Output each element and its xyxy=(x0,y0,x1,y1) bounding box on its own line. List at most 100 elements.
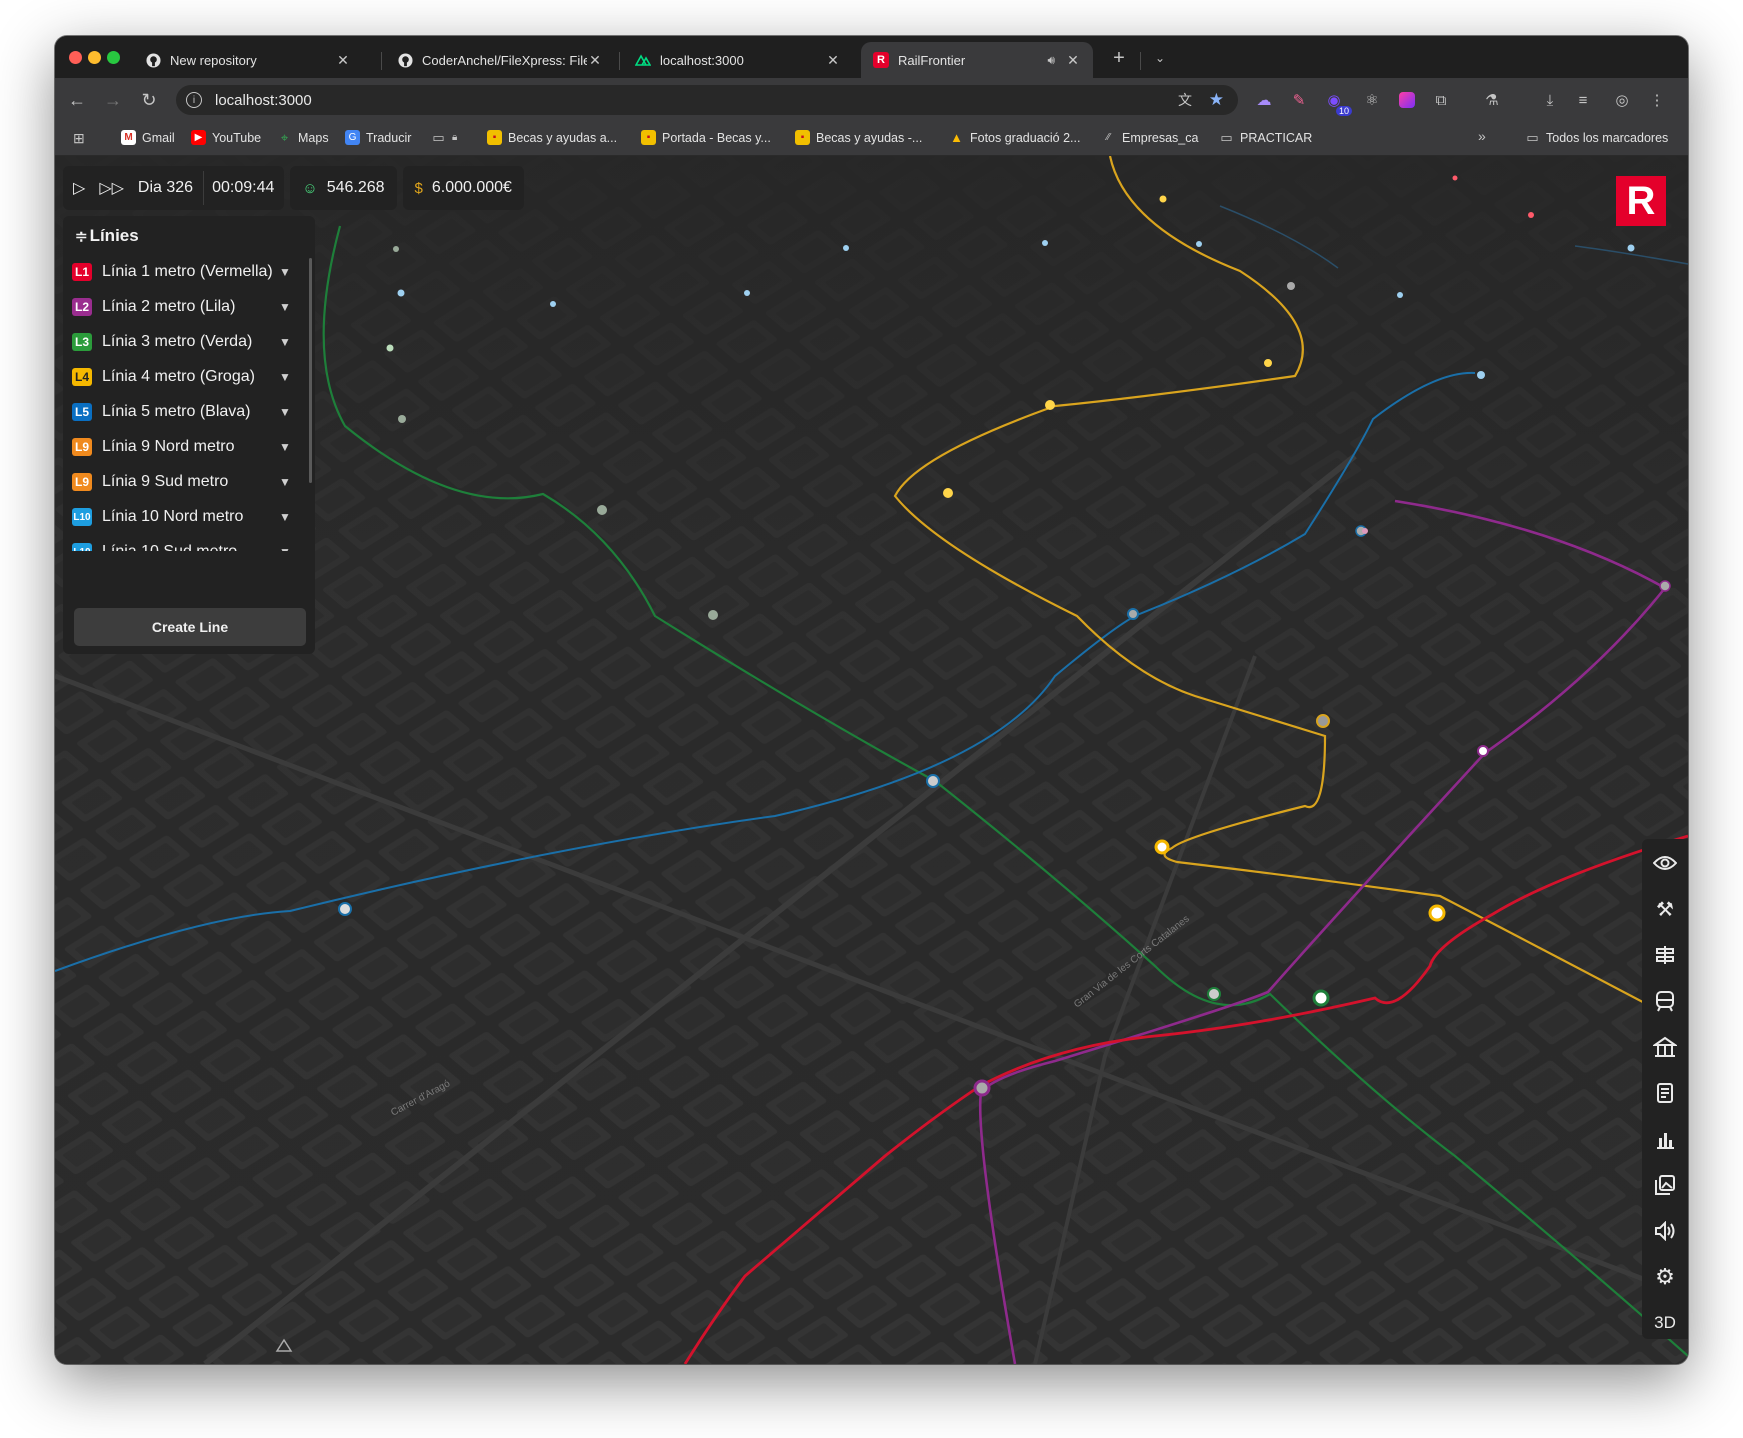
game-viewport[interactable]: Gran Via de les Corts Catalanes Carrer d… xyxy=(55,156,1688,1364)
extension-badge-icon[interactable]: ◉ 10 xyxy=(1322,88,1352,116)
speaker-icon[interactable]: 🔊︎ xyxy=(1047,53,1055,68)
game-clock: 00:09:44 xyxy=(212,179,275,196)
labs-flask-icon[interactable]: ⚗ xyxy=(1480,88,1504,112)
line-badge: L2 xyxy=(72,298,92,316)
chevron-down-icon[interactable]: ▼ xyxy=(278,440,292,454)
lines-scrollbar[interactable] xyxy=(309,258,312,483)
bookmark-youtube[interactable]: ▶ YouTube xyxy=(191,130,261,145)
more-bookmarks-icon[interactable]: » xyxy=(1478,128,1486,144)
volume-icon[interactable] xyxy=(1642,1211,1688,1251)
line-item-l9-sud[interactable]: L9 Línia 9 Sud metro ▼ xyxy=(72,465,292,499)
chevron-down-icon[interactable]: ▼ xyxy=(278,545,292,551)
extension-ghost-icon[interactable]: ☁ xyxy=(1252,88,1276,112)
bookmark-becas-1[interactable]: ▪ Becas y ayudas a... xyxy=(487,130,617,145)
tab-new-repository[interactable]: New repository ✕ xyxy=(133,42,363,78)
maximize-window-button[interactable] xyxy=(107,51,120,64)
reload-button[interactable]: ↻ xyxy=(137,88,161,112)
line-item-l10-sud[interactable]: L10 Línia 10 Sud metro ▼ xyxy=(72,535,292,551)
browser-toolbar: ← → ↻ i localhost:3000 文 ★ ☁ ✎ ◉ 10 ⚛ ⧉ … xyxy=(55,78,1688,122)
settings-icon[interactable]: ⚙ xyxy=(1642,1257,1688,1297)
close-icon[interactable]: ✕ xyxy=(587,52,603,69)
day-counter: Dia 326 xyxy=(137,179,194,196)
address-bar[interactable]: i localhost:3000 文 ★ xyxy=(176,85,1238,115)
back-button[interactable]: ← xyxy=(65,88,89,112)
site-info-icon[interactable]: i xyxy=(186,92,202,108)
line-item-l4[interactable]: L4 Línia 4 metro (Groga) ▼ xyxy=(72,360,292,394)
close-window-button[interactable] xyxy=(69,51,82,64)
spain-flag-icon: ▪ xyxy=(641,130,656,145)
tab-localhost[interactable]: localhost:3000 ✕ xyxy=(623,42,853,78)
bookmark-becas-2[interactable]: ▪ Portada - Becas y... xyxy=(641,130,771,145)
github-icon xyxy=(145,52,161,68)
apps-grid-icon[interactable]: ⊞ xyxy=(73,130,85,147)
extensions-puzzle-icon[interactable]: ⧉ xyxy=(1429,88,1453,112)
line-item-l5[interactable]: L5 Línia 5 metro (Blava) ▼ xyxy=(72,395,292,429)
folder-icon: ▭ xyxy=(432,129,445,145)
chevron-down-icon[interactable]: ▼ xyxy=(278,405,292,419)
new-tab-button[interactable]: + xyxy=(1107,46,1131,70)
extension-badge: 10 xyxy=(1335,106,1352,116)
empresas-icon: ⁄⁄ xyxy=(1106,132,1111,143)
lines-icon[interactable] xyxy=(1642,935,1688,975)
bookmark-maps[interactable]: ⌖ Maps xyxy=(277,130,329,145)
tab-railfrontier[interactable]: R RailFrontier 🔊︎ ✕ xyxy=(861,42,1093,78)
tools-icon[interactable]: ⚒ xyxy=(1642,889,1688,929)
extension-pink-icon[interactable] xyxy=(1395,88,1419,112)
media-control-icon[interactable]: ≡ xyxy=(1571,88,1595,112)
line-badge: L9 xyxy=(72,473,92,491)
gallery-icon[interactable] xyxy=(1642,1165,1688,1205)
spain-flag-icon: ▪ xyxy=(795,130,810,145)
line-item-l2[interactable]: L2 Línia 2 metro (Lila) ▼ xyxy=(72,290,292,324)
close-icon[interactable]: ✕ xyxy=(335,52,351,69)
close-icon[interactable]: ✕ xyxy=(825,52,841,69)
report-icon[interactable] xyxy=(1642,1073,1688,1113)
bookmark-practicar[interactable]: ▭ PRACTICAR xyxy=(1219,130,1312,145)
bar-chart-icon[interactable] xyxy=(1642,1119,1688,1159)
bookmark-folder[interactable]: ▭ 🔒︎ xyxy=(431,130,457,145)
profile-icon[interactable]: ◎ xyxy=(1610,88,1634,112)
bookmark-empresas[interactable]: ⁄⁄ Empresas_ca xyxy=(1101,130,1199,145)
create-line-button[interactable]: Create Line xyxy=(74,608,306,646)
eye-icon[interactable] xyxy=(1642,843,1688,883)
extension-react-icon[interactable]: ⚛ xyxy=(1360,88,1384,112)
menu-dots-icon[interactable]: ⋮ xyxy=(1645,88,1669,112)
download-icon[interactable]: ⤓ xyxy=(1538,88,1562,112)
chevron-down-icon[interactable]: ▼ xyxy=(278,510,292,524)
folder-icon: ▭ xyxy=(1220,129,1233,145)
game-hud: ▷ ▷▷ Dia 326 00:09:44 ☺ 546.268 $ 6.000.… xyxy=(63,166,524,210)
line-item-l10-nord[interactable]: L10 Línia 10 Nord metro ▼ xyxy=(72,500,292,534)
lock-icon: 🔒︎ xyxy=(452,132,458,143)
view-mode-toggle[interactable]: 3D xyxy=(1642,1303,1688,1343)
bookmark-fotos[interactable]: ▲ Fotos graduació 2... xyxy=(949,130,1080,145)
line-item-l1[interactable]: L1 Línia 1 metro (Vermella) ▼ xyxy=(72,255,292,289)
chevron-down-icon[interactable]: ▼ xyxy=(278,335,292,349)
bookmark-star-icon[interactable]: ★ xyxy=(1209,90,1224,110)
bookmark-traducir[interactable]: G Traducir xyxy=(345,130,411,145)
all-bookmarks[interactable]: ▭ Todos los marcadores xyxy=(1525,130,1668,145)
translate-icon[interactable]: 文 xyxy=(1178,90,1192,110)
bookmark-becas-3[interactable]: ▪ Becas y ayudas -... xyxy=(795,130,922,145)
railfrontier-logo: R xyxy=(1616,176,1666,226)
chevron-down-icon[interactable]: ▼ xyxy=(278,300,292,314)
tab-filexpress[interactable]: CoderAnchel/FileXpress: File ✕ xyxy=(385,42,615,78)
close-icon[interactable]: ✕ xyxy=(1065,52,1081,69)
minimize-window-button[interactable] xyxy=(88,51,101,64)
line-item-l3[interactable]: L3 Línia 3 metro (Verda) ▼ xyxy=(72,325,292,359)
time-controls: ▷ ▷▷ Dia 326 00:09:44 xyxy=(63,166,285,210)
line-item-l9-nord[interactable]: L9 Línia 9 Nord metro ▼ xyxy=(72,430,292,464)
fast-forward-icon[interactable]: ▷▷ xyxy=(99,178,124,198)
passengers-counter: ☺ 546.268 xyxy=(290,166,397,210)
extension-pen-icon[interactable]: ✎ xyxy=(1287,88,1311,112)
forward-button[interactable]: → xyxy=(101,88,125,112)
lines-icon: ≑ xyxy=(75,228,88,245)
station-icon[interactable] xyxy=(1642,1027,1688,1067)
bookmark-gmail[interactable]: M Gmail xyxy=(121,130,175,145)
play-icon[interactable]: ▷ xyxy=(73,178,85,198)
chevron-down-icon[interactable]: ▼ xyxy=(278,370,292,384)
right-toolbar: ⚒ ⚙ 3D xyxy=(1642,839,1688,1339)
chevron-down-icon[interactable]: ▼ xyxy=(278,475,292,489)
chevron-down-icon[interactable]: ▼ xyxy=(278,265,292,279)
line-badge: L5 xyxy=(72,403,92,421)
train-icon[interactable] xyxy=(1642,981,1688,1021)
tab-search-chevron-icon[interactable]: ⌄ xyxy=(1148,46,1172,70)
